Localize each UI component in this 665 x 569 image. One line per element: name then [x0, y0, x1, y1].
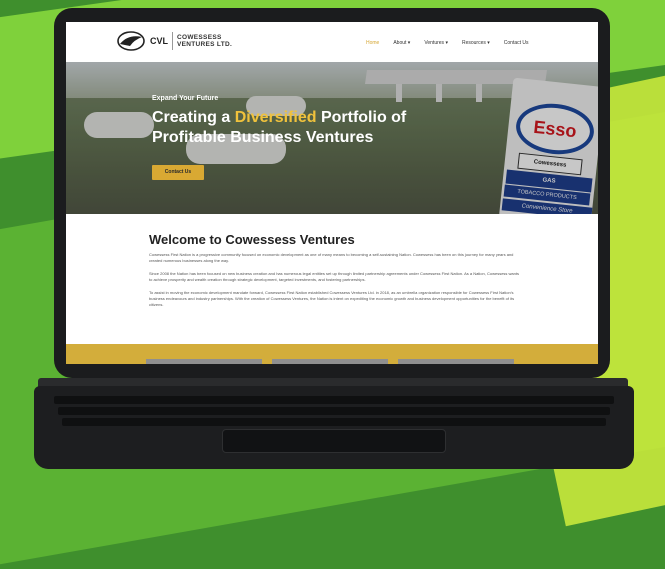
logo-line-1: COWESSESS [177, 34, 222, 41]
welcome-paragraph: Since 2008 the Nation has been focused o… [149, 271, 519, 282]
welcome-paragraph: To assist in moving the economic develop… [149, 290, 515, 307]
nav-ventures[interactable]: Ventures ▾ [424, 40, 448, 46]
key-row [54, 396, 614, 404]
welcome-paragraph: Cowessess First Nation is a progressive … [149, 252, 514, 263]
venture-thumbnail[interactable] [146, 359, 262, 364]
hero-banner: Esso Cowessess GAS TOBACCO PRODUCTS Conv… [66, 62, 598, 214]
main-nav: Home About ▾ Ventures ▾ Resources ▾ Cont… [366, 40, 529, 46]
nav-contact[interactable]: Contact Us [504, 40, 529, 46]
trackpad[interactable] [222, 429, 446, 453]
laptop-screen: CVL COWESSESS VENTURES LTD. Home About ▾… [66, 22, 598, 364]
nav-about[interactable]: About ▾ [393, 40, 410, 46]
nav-resources[interactable]: Resources ▾ [462, 40, 490, 46]
logo-initials: CVL [150, 36, 168, 46]
hero-kicker: Expand Your Future [152, 95, 219, 102]
logo-divider [172, 32, 173, 50]
welcome-section: Welcome to Cowessess Ventures Cowessess … [66, 214, 598, 344]
key-row [58, 407, 610, 415]
nav-home[interactable]: Home [366, 40, 379, 46]
logo-line-2: VENTURES LTD. [177, 41, 233, 48]
headline-part: Creating a [152, 109, 235, 126]
welcome-title: Welcome to Cowessess Ventures [149, 232, 355, 247]
key-row [62, 418, 606, 426]
hero-headline: Creating a Diversified Portfolio of Prof… [152, 108, 452, 148]
bird-logo-icon [117, 31, 145, 51]
venture-thumbnail[interactable] [272, 359, 388, 364]
venture-thumbnail[interactable] [398, 359, 514, 364]
site-logo[interactable]: CVL COWESSESS VENTURES LTD. [116, 30, 232, 52]
site-header: CVL COWESSESS VENTURES LTD. Home About ▾… [66, 22, 598, 62]
logo-wordmark: COWESSESS VENTURES LTD. [177, 34, 232, 48]
laptop-keyboard [34, 386, 634, 469]
contact-us-button[interactable]: Contact Us [152, 165, 204, 180]
headline-highlight: Diversified [234, 109, 317, 126]
